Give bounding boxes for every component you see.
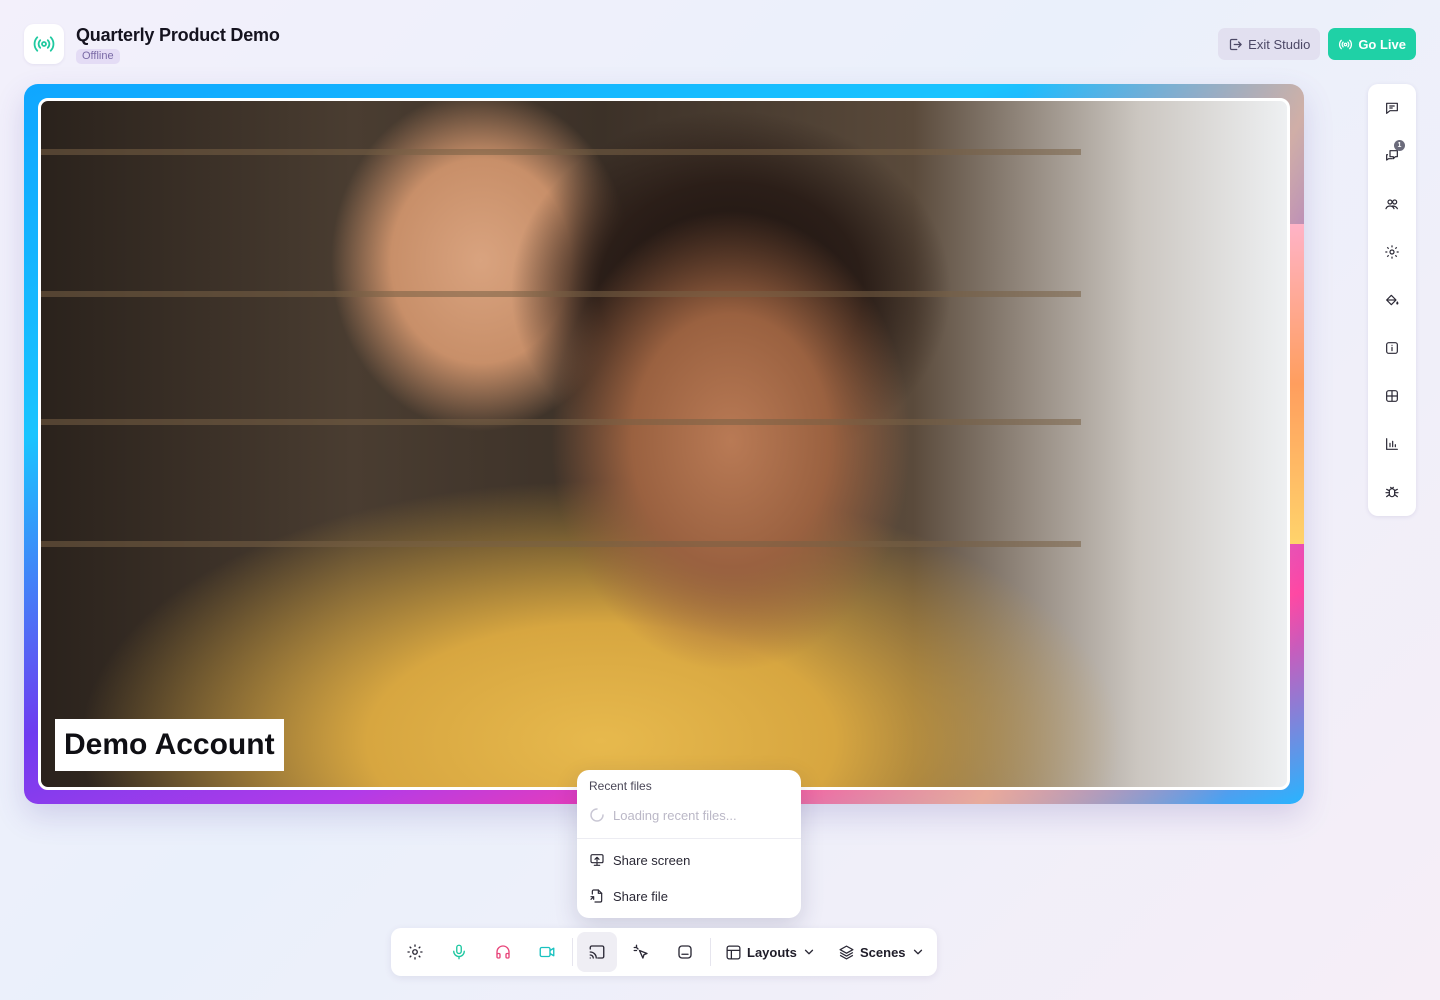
camera-button[interactable] — [527, 932, 567, 972]
share-file-item[interactable]: Share file — [589, 888, 668, 904]
background-shelf — [41, 149, 1081, 155]
layouts-dropdown[interactable]: Layouts — [725, 940, 816, 964]
scenes-label: Scenes — [860, 944, 906, 960]
status-badge: Offline — [76, 49, 120, 64]
recent-files-loading: Loading recent files... — [589, 807, 737, 823]
go-live-button[interactable]: Go Live — [1328, 28, 1416, 60]
settings-icon — [1385, 245, 1399, 259]
broadcast-icon — [33, 36, 55, 52]
bug-icon — [1385, 486, 1399, 498]
app-logo — [24, 24, 64, 64]
chat-icon — [1386, 102, 1398, 114]
settings-icon — [407, 944, 423, 960]
cast-button[interactable] — [577, 932, 617, 972]
title-block: Quarterly Product Demo Offline — [76, 25, 280, 64]
analytics-icon — [1386, 438, 1398, 450]
popup-divider — [577, 838, 801, 839]
recent-files-heading: Recent files — [589, 779, 652, 793]
scenes-dropdown[interactable]: Scenes — [838, 940, 925, 964]
share-popover: Recent files Loading recent files... Sha… — [577, 770, 801, 918]
rail-people-button[interactable] — [1380, 192, 1404, 216]
page-title: Quarterly Product Demo — [76, 25, 280, 45]
exit-studio-button[interactable]: Exit Studio — [1218, 28, 1321, 60]
layers-icon — [839, 944, 854, 960]
chevron-down-icon — [804, 949, 813, 955]
info-icon — [1386, 342, 1398, 354]
captions-icon — [678, 945, 692, 959]
rail-theme-button[interactable] — [1380, 288, 1404, 312]
bottom-toolbar: Layouts Scenes — [391, 928, 937, 976]
pointer-icon — [633, 944, 648, 959]
rail-analytics-button[interactable] — [1380, 432, 1404, 456]
grid-icon — [1386, 390, 1398, 402]
settings-button[interactable] — [395, 932, 435, 972]
stage-glow — [1288, 224, 1304, 544]
participant-name-tag: Demo Account — [55, 719, 284, 771]
layouts-label: Layouts — [747, 944, 797, 960]
toolbar-separator — [710, 938, 711, 966]
share-screen-icon — [590, 854, 604, 866]
exit-studio-label: Exit Studio — [1248, 36, 1311, 52]
exit-icon — [1230, 38, 1242, 50]
comments-badge: 1 — [1394, 140, 1405, 151]
rail-chat-button[interactable] — [1380, 96, 1404, 120]
loading-text: Loading recent files... — [613, 807, 737, 823]
background-shelf — [41, 291, 1081, 297]
people-icon — [1385, 199, 1398, 210]
camera-icon — [539, 946, 555, 958]
share-screen-label: Share screen — [613, 852, 691, 868]
microphone-button[interactable] — [439, 932, 479, 972]
toolbar-separator — [572, 938, 573, 966]
headphones-icon — [496, 945, 510, 959]
rail-settings-button[interactable] — [1380, 240, 1404, 264]
microphone-icon — [453, 944, 465, 960]
right-rail: 1 — [1368, 84, 1416, 516]
paint-bucket-icon — [1386, 294, 1399, 306]
layout-icon — [726, 944, 741, 960]
rail-comments-button[interactable]: 1 — [1380, 140, 1405, 168]
spinner-icon — [590, 808, 604, 822]
rail-info-button[interactable] — [1380, 336, 1404, 360]
stage-canvas: Demo Account — [24, 84, 1304, 804]
participant-video[interactable]: Demo Account — [38, 98, 1290, 790]
cast-icon — [589, 945, 605, 959]
rail-debug-button[interactable] — [1380, 480, 1404, 504]
background-shelf — [41, 419, 1081, 425]
headphones-button[interactable] — [483, 932, 523, 972]
pointer-button[interactable] — [621, 932, 661, 972]
share-file-label: Share file — [613, 888, 668, 904]
share-file-icon — [590, 889, 603, 903]
share-screen-item[interactable]: Share screen — [589, 852, 690, 868]
chevron-down-icon — [913, 949, 922, 955]
broadcast-icon — [1339, 39, 1353, 49]
rail-layout-button[interactable] — [1380, 384, 1404, 408]
top-actions: Exit Studio Go Live — [1218, 28, 1416, 60]
go-live-label: Go Live — [1358, 36, 1406, 52]
background-shelf — [41, 541, 1081, 547]
captions-button[interactable] — [665, 932, 705, 972]
